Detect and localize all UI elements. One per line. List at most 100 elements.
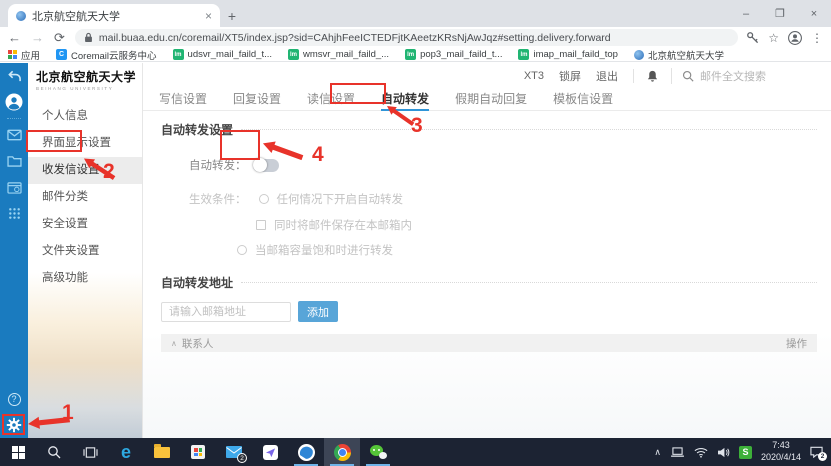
file-explorer-taskbar-icon[interactable] bbox=[144, 438, 180, 466]
bookmark-wmsvr[interactable]: lm wmsvr_mail_faild_... bbox=[288, 49, 389, 60]
window-controls: – ❐ × bbox=[729, 0, 831, 27]
reload-icon[interactable]: ⟳ bbox=[54, 31, 65, 44]
coremail-icon: C bbox=[56, 49, 67, 60]
contact-column-header[interactable]: 联系人 bbox=[182, 336, 214, 351]
settings-gear-icon[interactable] bbox=[0, 412, 28, 438]
logout-link[interactable]: 退出 bbox=[596, 68, 618, 84]
task-view-icon bbox=[83, 446, 98, 459]
taskbar-search-button[interactable] bbox=[36, 438, 72, 466]
calendar-icon[interactable] bbox=[0, 174, 28, 200]
bookmark-coremail[interactable]: C Coremail云服务中心 bbox=[56, 48, 157, 62]
search-placeholder: 邮件全文搜索 bbox=[700, 68, 766, 84]
buaa-favicon bbox=[634, 50, 644, 60]
user-avatar-icon[interactable] bbox=[0, 89, 28, 115]
mail-taskbar-icon[interactable]: 2 bbox=[216, 438, 252, 466]
address-table-header: ∧ 联系人 操作 bbox=[161, 334, 817, 352]
settings-main: XT3 锁屏 退出 邮件全文搜索 写信设置 回复设置 读信设置 自动转发 假期自… bbox=[142, 63, 831, 438]
sidebar-item-send-receive-settings[interactable]: 收发信设置 bbox=[28, 157, 142, 184]
browser-tab[interactable]: 北京航空航天大学 × bbox=[8, 4, 220, 27]
blue-app-icon bbox=[298, 444, 315, 461]
condition-row-keep-copy: 同时将邮件保存在本邮箱内 bbox=[256, 217, 817, 233]
action-center-icon[interactable]: 2 bbox=[810, 446, 823, 458]
volume-icon[interactable] bbox=[717, 447, 730, 458]
back-icon[interactable]: ← bbox=[8, 31, 21, 44]
sidebar-item-display-settings[interactable]: 界面显示设置 bbox=[28, 130, 142, 157]
sidebar-item-personal-info[interactable]: 个人信息 bbox=[28, 103, 142, 130]
condition-label: 生效条件： bbox=[189, 191, 247, 207]
tab-reply-settings[interactable]: 回复设置 bbox=[233, 89, 281, 111]
auto-forward-toggle[interactable] bbox=[253, 159, 279, 172]
ime-indicator[interactable]: S bbox=[739, 446, 752, 459]
bookmark-apps[interactable]: 应用 bbox=[8, 48, 40, 62]
sidebar-item-mail-classification[interactable]: 邮件分类 bbox=[28, 184, 142, 211]
bookmarks-bar: 应用 C Coremail云服务中心 lm udsvr_mail_faild_t… bbox=[0, 48, 831, 62]
new-tab-button[interactable]: + bbox=[220, 4, 244, 27]
checkbox-keep-copy-label: 同时将邮件保存在本邮箱内 bbox=[274, 217, 412, 233]
wechat-taskbar-icon[interactable] bbox=[360, 438, 396, 466]
folder-icon[interactable] bbox=[0, 148, 28, 174]
radio-when-full[interactable] bbox=[237, 245, 247, 255]
lm-icon: lm bbox=[173, 49, 184, 60]
url-text: mail.buaa.edu.cn/coremail/XT5/index.jsp?… bbox=[99, 32, 611, 44]
windows-logo-icon bbox=[12, 446, 25, 459]
taskbar-clock[interactable]: 7:43 2020/4/14 bbox=[761, 440, 801, 463]
display-icon[interactable] bbox=[670, 447, 685, 458]
wifi-icon[interactable] bbox=[694, 447, 708, 458]
version-link[interactable]: XT3 bbox=[524, 70, 544, 82]
auto-forward-toggle-row: 自动转发： bbox=[189, 152, 817, 178]
sort-asc-icon[interactable]: ∧ bbox=[171, 339, 177, 348]
lock-screen-link[interactable]: 锁屏 bbox=[559, 68, 581, 84]
bookmark-buaa[interactable]: 北京航空航天大学 bbox=[634, 48, 724, 62]
key-icon[interactable] bbox=[746, 31, 759, 44]
tab-auto-forward[interactable]: 自动转发 bbox=[381, 89, 429, 111]
sidebar-item-folder-settings[interactable]: 文件夹设置 bbox=[28, 238, 142, 265]
radio-any-case[interactable] bbox=[259, 194, 269, 204]
chrome-taskbar-icon[interactable] bbox=[324, 438, 360, 466]
bookmark-star-icon[interactable]: ☆ bbox=[768, 31, 779, 45]
purple-app-taskbar-icon[interactable] bbox=[252, 438, 288, 466]
edge-taskbar-icon[interactable]: e bbox=[108, 438, 144, 466]
task-view-button[interactable] bbox=[72, 438, 108, 466]
microsoft-store-taskbar-icon[interactable] bbox=[180, 438, 216, 466]
tab-vacation-auto-reply[interactable]: 假期自动回复 bbox=[455, 89, 527, 111]
webmail-topbar: XT3 锁屏 退出 邮件全文搜索 bbox=[143, 63, 831, 89]
notification-bell-icon[interactable] bbox=[646, 70, 659, 83]
apps-dots-icon[interactable] bbox=[0, 200, 28, 226]
dotted-divider bbox=[241, 282, 817, 283]
sidebar-item-advanced-features[interactable]: 高级功能 bbox=[28, 265, 142, 292]
forward-icon[interactable]: → bbox=[31, 31, 44, 44]
sidebar-item-security-settings[interactable]: 安全设置 bbox=[28, 211, 142, 238]
mail-search-box[interactable]: 邮件全文搜索 bbox=[671, 68, 823, 84]
action-column-header: 操作 bbox=[786, 336, 807, 351]
address-omnibox[interactable]: mail.buaa.edu.cn/coremail/XT5/index.jsp?… bbox=[75, 29, 738, 46]
bookmark-udsvr[interactable]: lm udsvr_mail_faild_t... bbox=[173, 49, 272, 60]
profile-avatar-icon[interactable] bbox=[788, 31, 802, 45]
webmail-app: ? 北京航空航天大学 BEIHANG UNIVERSITY 个人信息 界面显示设… bbox=[0, 63, 831, 438]
browser-menu-icon[interactable]: ⋮ bbox=[811, 31, 823, 45]
toggle-label: 自动转发： bbox=[189, 157, 247, 173]
back-return-icon[interactable] bbox=[0, 63, 28, 89]
mail-icon[interactable] bbox=[0, 122, 28, 148]
minimize-button[interactable]: – bbox=[729, 0, 763, 27]
logo-title: 北京航空航天大学 bbox=[36, 68, 142, 85]
forward-address-input[interactable] bbox=[161, 302, 291, 322]
logo-subtitle: BEIHANG UNIVERSITY bbox=[36, 86, 142, 91]
bookmark-pop3[interactable]: lm pop3_mail_faild_t... bbox=[405, 49, 502, 60]
tab-read-settings[interactable]: 读信设置 bbox=[307, 89, 355, 111]
condition-row-when-full: 当邮箱容量饱和时进行转发 bbox=[237, 242, 817, 258]
start-button[interactable] bbox=[0, 438, 36, 466]
maximize-button[interactable]: ❐ bbox=[763, 0, 797, 27]
checkbox-keep-copy[interactable] bbox=[256, 220, 266, 230]
tab-template-settings[interactable]: 模板信设置 bbox=[553, 89, 613, 111]
close-window-button[interactable]: × bbox=[797, 0, 831, 27]
search-icon bbox=[47, 445, 61, 459]
tab-close-icon[interactable]: × bbox=[205, 9, 212, 23]
bookmark-imap[interactable]: lm imap_mail_faild_top bbox=[518, 49, 618, 60]
topbar-divider bbox=[633, 69, 634, 83]
tab-compose-settings[interactable]: 写信设置 bbox=[159, 89, 207, 111]
tray-chevron-icon[interactable]: ∧ bbox=[654, 447, 661, 458]
help-icon[interactable]: ? bbox=[0, 386, 28, 412]
clock-date: 2020/4/14 bbox=[761, 452, 801, 464]
blue-circle-app-taskbar-icon[interactable] bbox=[288, 438, 324, 466]
add-address-button[interactable]: 添加 bbox=[298, 301, 338, 322]
